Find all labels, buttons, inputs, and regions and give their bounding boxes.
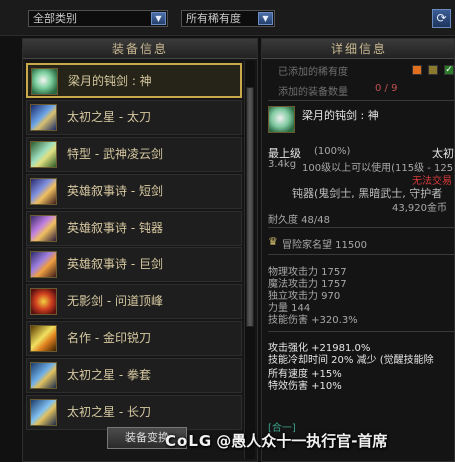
list-item-label: 无影剑 - 问道顶峰	[67, 294, 163, 309]
rarity-swatch-orange[interactable]	[412, 65, 422, 75]
added-count-label: 添加的装备数量	[278, 87, 348, 98]
equipment-info-panel: 装备信息 梁月的钝剑 : 神 太初之星 - 太刀 特型 - 武神凌云剑 英雄叙事…	[22, 38, 258, 462]
sword-icon	[30, 140, 57, 168]
rarity-swatch-gold[interactable]	[428, 65, 438, 75]
divider	[268, 100, 454, 101]
category-select[interactable]: 全部类别 ▼	[28, 10, 168, 27]
list-item[interactable]: 太初之星 - 太刀	[26, 99, 242, 135]
list-item-label: 太初之星 - 拳套	[67, 368, 151, 383]
fame-icon: ♛	[268, 235, 278, 248]
watermark-text: @愚人众十一执行官-首席	[216, 432, 388, 450]
rarity-select[interactable]: 所有稀有度 ▼	[181, 10, 275, 27]
list-item[interactable]: 特型 - 武神凌云剑	[26, 136, 242, 172]
list-item[interactable]: 太初之星 - 长刀	[26, 395, 242, 431]
item-name: 梁月的钝剑 : 神	[302, 109, 379, 122]
equipment-list: 梁月的钝剑 : 神 太初之星 - 太刀 特型 - 武神凌云剑 英雄叙事诗 - 短…	[26, 63, 242, 432]
filter-bar: 全部类别 ▼ 所有稀有度 ▼ ⟳	[0, 0, 455, 36]
list-item-label: 英雄叙事诗 - 巨剑	[67, 257, 163, 272]
divider	[268, 227, 454, 228]
added-rarity-label: 已添加的稀有度	[278, 67, 348, 78]
sword-icon	[30, 177, 57, 205]
list-item[interactable]: 梁月的钝剑 : 神	[26, 63, 242, 98]
sword-icon	[30, 325, 57, 353]
list-item-label: 英雄叙事诗 - 钝器	[67, 220, 163, 235]
adventurer-fame: 冒险家名望 11500	[282, 240, 367, 251]
sword-icon	[30, 399, 57, 427]
detail-info-title: 详细信息	[262, 39, 454, 59]
rarity-select-value: 所有稀有度	[186, 12, 241, 25]
equipment-info-title: 装备信息	[23, 39, 257, 59]
sell-price: 43,920金币	[392, 203, 447, 214]
durability: 耐久度 48/48	[268, 215, 330, 226]
watermark: CoLG @愚人众十一执行官-首席	[165, 430, 387, 454]
effect-line: 技能冷却时间 20% 减少 (觉醒技能除	[268, 355, 434, 366]
chevron-down-icon[interactable]: ▼	[258, 12, 273, 25]
stat-line: 技能伤害 +320.3%	[268, 315, 358, 326]
colg-logo: CoLG	[165, 432, 213, 450]
refresh-icon[interactable]: ⟳	[432, 9, 451, 28]
divider	[268, 331, 454, 332]
item-grade-percent: (100%)	[314, 146, 351, 157]
list-item-label: 梁月的钝剑 : 神	[68, 74, 152, 88]
list-item-label: 太初之星 - 太刀	[67, 109, 151, 124]
list-item[interactable]: 名作 - 金印锐刀	[26, 321, 242, 357]
detail-info-panel: 详细信息 已添加的稀有度 ✓ 添加的装备数量 0 / 9 梁月的钝剑 : 神 最…	[261, 38, 455, 462]
category-select-value: 全部类别	[33, 12, 77, 25]
mace-icon	[30, 214, 57, 242]
sword-icon	[30, 288, 57, 316]
list-item[interactable]: 英雄叙事诗 - 钝器	[26, 210, 242, 246]
list-item-label: 特型 - 武神凌云剑	[67, 146, 163, 161]
list-item[interactable]: 英雄叙事诗 - 巨剑	[26, 247, 242, 283]
item-weight: 3.4kg	[268, 159, 297, 170]
list-item-label: 太初之星 - 长刀	[67, 405, 151, 420]
list-item[interactable]: 太初之星 - 拳套	[26, 358, 242, 394]
divider	[268, 254, 454, 255]
list-scrollbar[interactable]	[244, 61, 255, 459]
list-item-label: 英雄叙事诗 - 短剑	[67, 183, 163, 198]
sword-icon	[30, 251, 57, 279]
check-icon[interactable]: ✓	[444, 65, 454, 75]
list-item-label: 名作 - 金印锐刀	[67, 331, 151, 346]
chevron-down-icon[interactable]: ▼	[151, 12, 166, 25]
list-item[interactable]: 英雄叙事诗 - 短剑	[26, 173, 242, 209]
list-item[interactable]: 无影剑 - 问道顶峰	[26, 284, 242, 320]
sword-icon	[268, 106, 295, 133]
sword-icon	[31, 68, 58, 95]
effect-line: 特效伤害 +10%	[268, 381, 342, 392]
sword-icon	[30, 103, 57, 131]
scrollbar-thumb[interactable]	[246, 87, 254, 327]
added-count-value: 0 / 9	[375, 83, 398, 94]
gauntlet-icon	[30, 362, 57, 390]
